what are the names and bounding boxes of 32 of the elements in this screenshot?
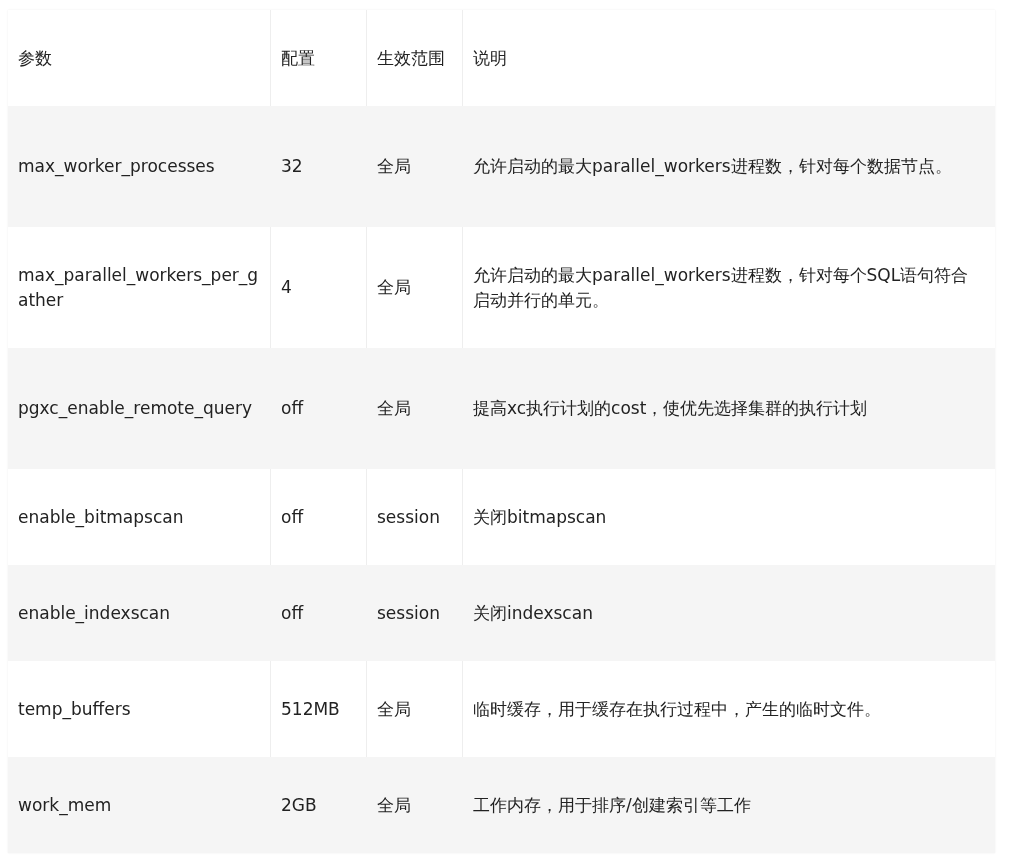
column-header: 参数	[18, 46, 52, 70]
table-cell-text: enable_indexscan	[18, 601, 171, 626]
table-cell-text: 临时缓存，用于缓存在执行过程中，产生的临时文件。	[473, 697, 881, 721]
table-cell-text: 全局	[377, 397, 411, 420]
table-cell-text: 工作内存，用于排序/创建索引等工作	[473, 793, 751, 817]
column-header: 生效范围	[377, 46, 445, 70]
table-cell-text: 4	[281, 276, 292, 299]
table-cell-text: off	[281, 601, 304, 625]
table-cell-text: 512MB	[281, 697, 340, 721]
table-cell-text: 2GB	[281, 793, 317, 817]
table-cell-text: 提高xc执行计划的cost，使优先选择集群的执行计划	[473, 397, 868, 420]
table-cell-text: off	[281, 505, 304, 529]
table-cell-text: temp_buffers	[18, 697, 131, 722]
table-cell-text: max_worker_processes	[18, 155, 215, 179]
table-cell-text: 32	[281, 155, 303, 178]
table-cell-text: 关闭bitmapscan	[473, 505, 607, 529]
table-cell-text: 允许启动的最大parallel_workers进程数，针对每个数据节点。	[473, 155, 952, 179]
table-cell-text: session	[377, 601, 440, 625]
table-cell-text: 全局	[377, 155, 411, 178]
table-cell-text: enable_bitmapscan	[18, 505, 184, 530]
table-cell-text: max_parallel_workers_per_gather	[18, 263, 260, 312]
table-cell-text: work_mem	[18, 793, 112, 818]
table-cell-text: off	[281, 397, 304, 420]
table-cell-text: 全局	[377, 276, 411, 299]
table-cell-text: 允许启动的最大parallel_workers进程数，针对每个SQL语句符合启动并行的单元。	[473, 263, 970, 312]
table-cell-text: 全局	[377, 793, 411, 817]
column-header: 说明	[473, 46, 507, 70]
table-cell-text: pgxc_enable_remote_query	[18, 397, 253, 421]
table-cell-text: 关闭indexscan	[473, 601, 593, 625]
column-header: 配置	[281, 46, 315, 70]
table-cell-text: 全局	[377, 697, 411, 721]
table-cell-text: session	[377, 505, 440, 529]
